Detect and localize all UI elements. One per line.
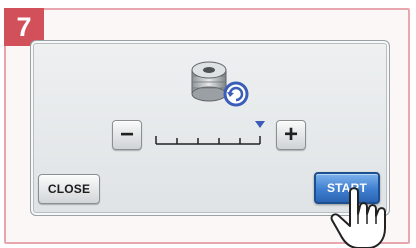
bobbin-winding-icon [191,61,249,107]
speed-decrease-button[interactable]: − [112,120,142,150]
minus-label: − [119,121,134,148]
speed-indicator-marker [255,121,265,128]
pointing-hand-icon [330,187,386,248]
speed-increase-button[interactable]: + [276,120,306,150]
plus-label: + [283,121,298,148]
close-button-label: CLOSE [47,182,91,196]
close-button[interactable]: CLOSE [38,174,100,204]
speed-scale [155,121,265,145]
